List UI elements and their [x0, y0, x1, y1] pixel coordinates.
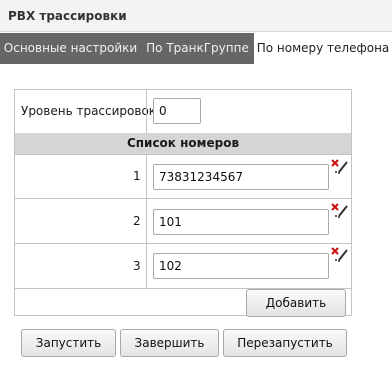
column-divider: [146, 90, 147, 133]
stop-trace-button[interactable]: Завершить: [120, 329, 219, 357]
delete-pencil-icon[interactable]: [331, 247, 349, 263]
start-trace-button[interactable]: Запустить: [21, 329, 116, 357]
number-index: 2: [133, 214, 141, 228]
trace-level-row: Уровень трассировок: [15, 90, 351, 133]
delete-pencil-icon[interactable]: [331, 203, 349, 219]
column-divider: [146, 244, 147, 288]
add-number-button[interactable]: Добавить: [246, 289, 346, 317]
tab-bar: Основные настройки По ТранкГруппе По ном…: [0, 33, 392, 64]
trace-level-label: Уровень трассировок: [21, 104, 157, 118]
number-row: 3: [15, 244, 351, 288]
phone-number-input[interactable]: [153, 209, 329, 235]
trace-settings-panel: Уровень трассировок Список номеров 1 2: [14, 89, 352, 317]
phone-number-input[interactable]: [153, 164, 329, 190]
tab-by-phone-number[interactable]: По номеру телефона: [254, 33, 392, 64]
tab-by-trunk-group[interactable]: По ТранкГруппе: [141, 33, 254, 64]
phone-number-input[interactable]: [153, 253, 329, 279]
page-title: PBX трассировки: [0, 0, 392, 32]
number-index: 3: [133, 259, 141, 273]
column-divider: [146, 199, 147, 243]
delete-pencil-icon[interactable]: [331, 159, 349, 175]
restart-trace-button[interactable]: Перезапустить: [223, 329, 347, 357]
number-row: 2: [15, 199, 351, 243]
numbers-list-header: Список номеров: [15, 133, 351, 154]
tab-basic-settings[interactable]: Основные настройки: [0, 33, 141, 64]
column-divider: [146, 155, 147, 198]
number-index: 1: [133, 169, 141, 183]
number-row: 1: [15, 155, 351, 198]
trace-level-input[interactable]: [153, 98, 201, 124]
